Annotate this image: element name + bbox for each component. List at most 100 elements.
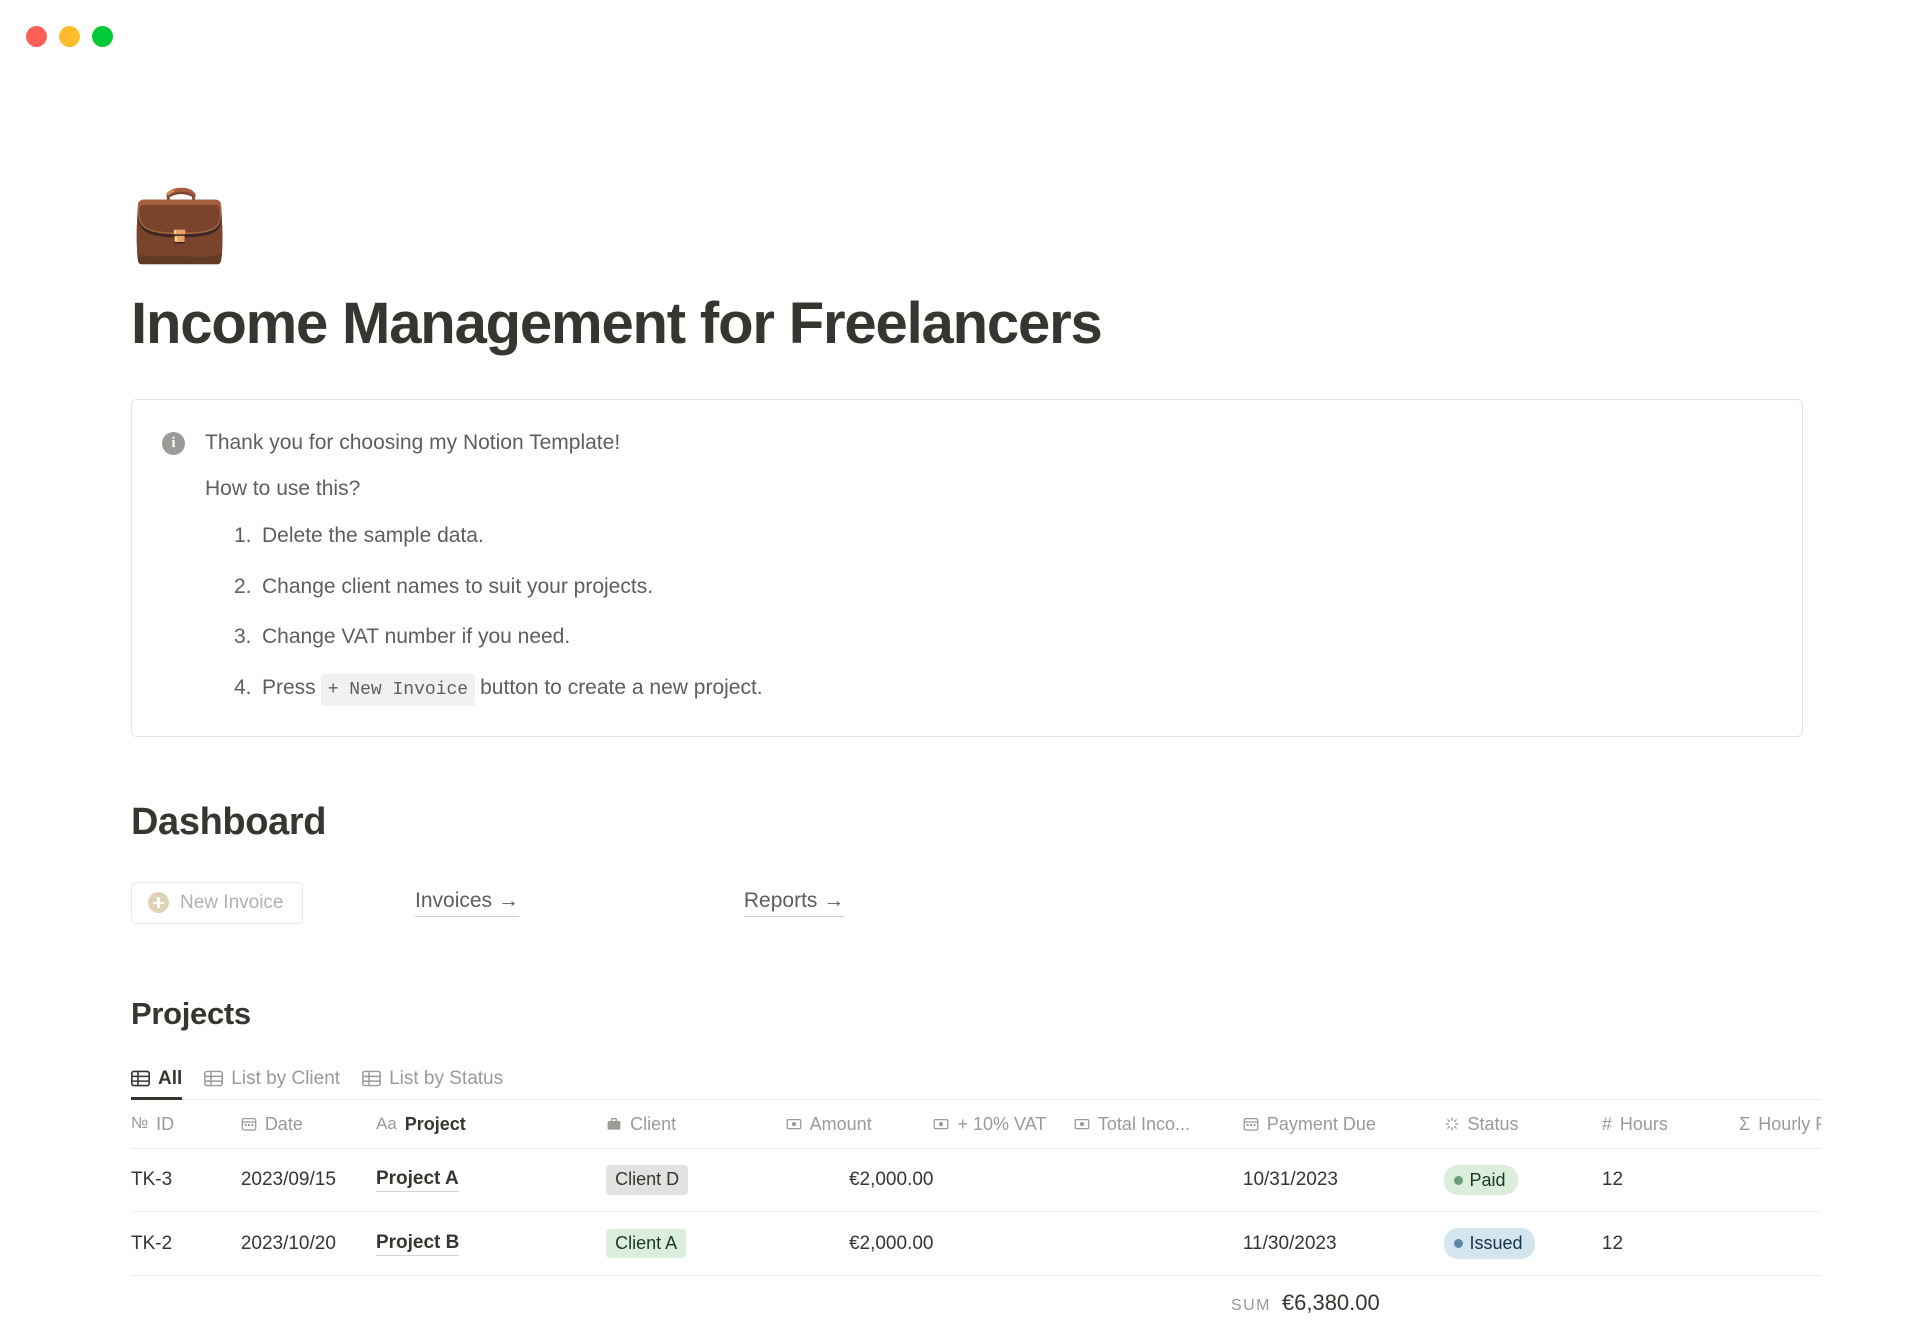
table-row[interactable]: TK-3 2023/09/15 Project A Client D €2,00… [131, 1148, 1821, 1213]
column-header-id[interactable]: № ID [131, 1099, 241, 1149]
page-title: Income Management for Freelancers [131, 291, 1103, 356]
list-item: 1. Delete the sample data. [234, 521, 1772, 551]
hash-icon: # [1601, 1113, 1612, 1134]
invoices-link[interactable]: Invoices → [415, 889, 519, 917]
table-icon [362, 1071, 381, 1087]
status-badge: Issued [1443, 1228, 1535, 1259]
column-header-date-label: Date [264, 1113, 303, 1134]
column-header-amount[interactable]: Amount [785, 1099, 934, 1149]
status-dot [1453, 1175, 1463, 1185]
window-title-bar [0, 0, 1920, 72]
briefcase-icon: 💼 [131, 177, 229, 265]
column-header-vat[interactable]: + 10% VAT [933, 1099, 1074, 1149]
column-header-id-label: ID [156, 1113, 175, 1134]
close-button[interactable] [26, 25, 47, 47]
list-item: 4. Press + New Invoice button to create … [234, 673, 1772, 706]
column-header-total-income[interactable]: Total Inco... [1073, 1099, 1243, 1149]
client-tag: Client D [606, 1165, 689, 1195]
cell-total-income [1073, 1211, 1243, 1276]
table-icon [204, 1071, 224, 1087]
cell-status: Paid [1443, 1148, 1602, 1213]
tab-list-by-client[interactable]: List by Client [204, 1068, 340, 1099]
money-icon [934, 1119, 949, 1130]
list-item: 2. Change client names to suit your proj… [234, 572, 1772, 602]
minimize-button[interactable] [59, 25, 80, 47]
cell-payment-due: 11/30/2023 [1242, 1211, 1444, 1276]
page-body: 💼 Income Management for Freelancers i Th… [0, 72, 1920, 1329]
project-link[interactable]: Project B [375, 1232, 460, 1256]
cell-id: TK-2 [131, 1211, 241, 1276]
list-item-number: 1. [234, 524, 252, 548]
dashboard-actions: New Invoice Invoices → Reports → [131, 881, 1821, 924]
status-badge: Paid [1443, 1164, 1518, 1196]
column-header-hourly-rate[interactable]: Σ Hourly Rate [1739, 1099, 1821, 1149]
cell-hours: 12 [1601, 1211, 1740, 1276]
info-icon: i [162, 431, 185, 455]
briefcase-icon [607, 1118, 621, 1130]
table-summary-row: SUM €6,380.00 [131, 1274, 1821, 1329]
column-header-amount-label: Amount [809, 1113, 872, 1134]
column-header-vat-label: + 10% VAT [957, 1113, 1047, 1134]
column-header-project[interactable]: Aa Project [375, 1099, 607, 1149]
tab-all[interactable]: All [131, 1068, 183, 1100]
maximize-button[interactable] [92, 25, 113, 47]
reports-link[interactable]: Reports → [743, 889, 845, 917]
text-icon: Aa [375, 1114, 397, 1134]
column-header-status[interactable]: Status [1443, 1099, 1602, 1149]
projects-view-tabs: All List by Client List by Status [131, 1058, 1821, 1100]
sum-label: SUM [1231, 1296, 1271, 1314]
column-header-hours-label: Hours [1619, 1113, 1668, 1134]
cell-vat [933, 1211, 1074, 1276]
cell-hourly-rate [1739, 1211, 1821, 1276]
cell-status: Issued [1443, 1211, 1602, 1276]
cell-hourly-rate [1739, 1148, 1821, 1213]
table-row[interactable]: TK-2 2023/10/20 Project B Client A €2,00… [131, 1211, 1821, 1276]
cell-date: 2023/09/15 [240, 1148, 376, 1213]
list-item-text: Delete the sample data. [262, 524, 484, 548]
dashboard-heading: Dashboard [131, 800, 327, 843]
calendar-icon [1243, 1118, 1259, 1132]
column-header-project-label: Project [404, 1113, 466, 1134]
plus-icon [148, 892, 169, 914]
status-label: Issued [1469, 1233, 1523, 1254]
info-callout: i Thank you for choosing my Notion Templ… [131, 398, 1803, 737]
cell-hours: 12 [1601, 1148, 1740, 1213]
sum-block[interactable]: SUM €6,380.00 [1231, 1290, 1380, 1316]
client-tag: Client A [606, 1228, 687, 1259]
projects-heading: Projects [131, 995, 251, 1031]
cell-total-income [1073, 1148, 1243, 1213]
new-invoice-code-chip: + New Invoice [320, 673, 476, 706]
projects-table-container: № ID Date Aa Project Client Amount + 10%… [131, 1099, 1821, 1276]
how-to-use-list: 1. Delete the sample data. 2. Change cli… [234, 521, 1772, 706]
list-item-text: Change client names to suit your project… [262, 574, 654, 598]
column-header-hours[interactable]: # Hours [1601, 1099, 1740, 1149]
column-header-payment-due[interactable]: Payment Due [1242, 1099, 1444, 1149]
project-link[interactable]: Project A [375, 1168, 459, 1193]
new-invoice-label: New Invoice [180, 891, 284, 913]
tab-list-by-status[interactable]: List by Status [362, 1068, 503, 1099]
status-label: Paid [1469, 1169, 1506, 1190]
cell-project[interactable]: Project B [375, 1211, 607, 1276]
cell-date: 2023/10/20 [240, 1211, 376, 1276]
status-icon [1444, 1117, 1459, 1132]
tab-list-by-client-label: List by Client [231, 1067, 341, 1089]
column-header-client[interactable]: Client [606, 1099, 786, 1149]
new-invoice-button[interactable]: New Invoice [131, 881, 303, 924]
column-header-payment-due-label: Payment Due [1266, 1113, 1376, 1134]
list-item-number: 4. [234, 675, 252, 699]
column-header-date[interactable]: Date [240, 1099, 376, 1149]
column-header-total-income-label: Total Inco... [1097, 1113, 1190, 1134]
money-icon [1074, 1119, 1090, 1130]
cell-client: Client D [606, 1148, 786, 1213]
cell-amount: €2,000.00 [785, 1148, 934, 1213]
column-header-client-label: Client [630, 1113, 677, 1134]
column-header-hourly-rate-label: Hourly Rate [1758, 1113, 1821, 1134]
number-icon: № [131, 1115, 149, 1133]
table-header-row: № ID Date Aa Project Client Amount + 10%… [131, 1099, 1821, 1149]
cell-client: Client A [606, 1211, 786, 1276]
column-header-status-label: Status [1467, 1113, 1519, 1134]
cell-project[interactable]: Project A [375, 1148, 607, 1213]
cell-vat [933, 1148, 1074, 1213]
tab-list-by-status-label: List by Status [389, 1067, 504, 1089]
list-item-text: Change VAT number if you need. [262, 625, 571, 649]
